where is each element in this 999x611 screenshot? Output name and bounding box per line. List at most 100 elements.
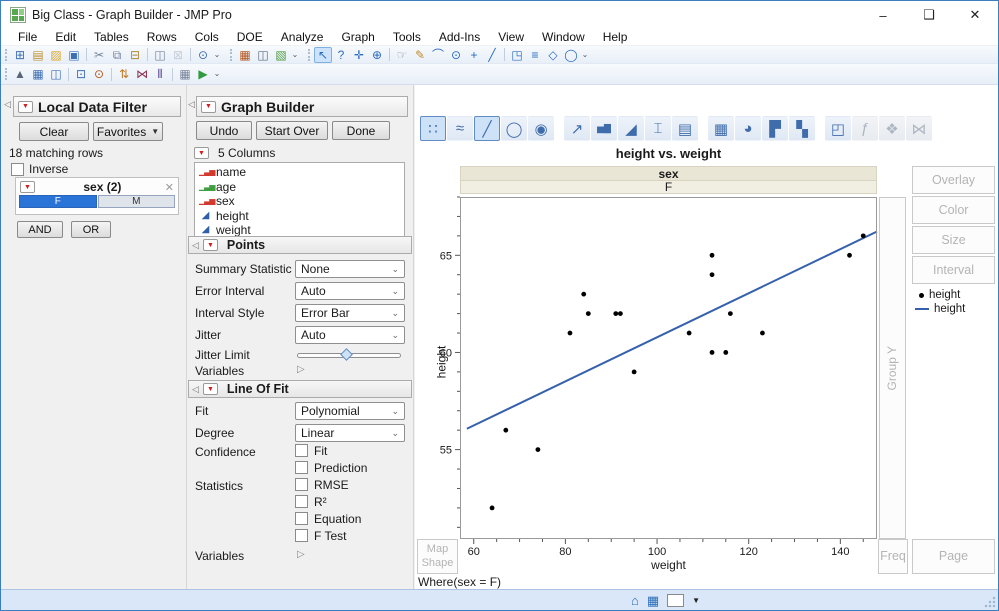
fit-model-icon[interactable]: ▦ [29,66,47,82]
inverse-checkbox[interactable] [11,162,24,176]
start-over-button[interactable]: Start Over [256,121,328,140]
ellipse-chart-icon[interactable]: ◯ [501,116,527,141]
menu-tools[interactable]: Tools [384,30,430,44]
text-annotate-icon[interactable]: ◳ [508,47,526,63]
split-tables-icon[interactable]: ⫴ [151,66,169,82]
red-triangle-menu-icon[interactable] [201,100,216,113]
smoother-chart-icon[interactable]: ≈ [447,116,473,141]
sort-icon[interactable]: ⇅ [115,66,133,82]
degree-select[interactable]: Linear [295,424,405,442]
bar-chart-icon[interactable]: ▅▇ [591,116,617,141]
menu-analyze[interactable]: Analyze [272,30,333,44]
select-report-icon[interactable]: ⊡ [72,66,90,82]
menu-rows[interactable]: Rows [138,30,186,44]
size-drop-zone[interactable]: Size [912,226,995,254]
journal-layout-icon[interactable]: ◫ [151,47,169,63]
red-triangle-menu-icon[interactable] [202,239,218,251]
statistics-ftest-checkbox[interactable] [295,529,308,542]
menu-view[interactable]: View [489,30,533,44]
data-table-window-icon[interactable]: ▦ [647,594,659,607]
menu-help[interactable]: Help [594,30,637,44]
distribution-icon[interactable]: ▲ [11,66,29,82]
help-tool-icon[interactable]: ? [332,47,350,63]
red-triangle-menu-icon[interactable] [18,100,33,113]
column-item-sex[interactable]: ▁▃▅ sex [199,194,400,209]
jitter-select[interactable]: Auto [295,326,405,344]
disclosure-icon[interactable]: ▷ [297,549,305,560]
grabber-tool-icon[interactable]: ✛ [350,47,368,63]
clear-button[interactable]: Clear [19,122,89,141]
column-item-height[interactable]: ◢ height [199,209,400,224]
zoom-in-tool-icon[interactable]: + [465,47,483,63]
map-shape-drop-zone[interactable]: Map Shape [417,539,458,574]
confidence-fit-checkbox[interactable] [295,444,308,457]
line-chart-icon[interactable]: ↗ [564,116,590,141]
fit-select[interactable]: Polynomial [295,402,405,420]
group-y-drop-zone[interactable]: Group Y [879,197,906,539]
toolbar-overflow-icon[interactable]: ⌄ [212,47,222,63]
collapse-mid-panel-icon[interactable]: ◁ [188,99,195,110]
resize-grip[interactable] [984,596,996,608]
column-item-age[interactable]: ▁▃▅ age [199,180,400,195]
red-triangle-menu-icon[interactable] [202,383,218,395]
statistics-equation-checkbox[interactable] [295,512,308,525]
magnifier-tool-icon[interactable]: ⊙ [447,47,465,63]
columns-viewer-icon[interactable]: ◫ [254,47,272,63]
interval-style-select[interactable]: Error Bar [295,304,405,322]
close-button[interactable]: ✕ [952,1,998,29]
mosaic-chart-icon[interactable]: ▚ [789,116,815,141]
data-table-icon[interactable]: ▦ [236,47,254,63]
treemap-chart-icon[interactable]: ▛ [762,116,788,141]
oval-annotate-icon[interactable]: ◯ [562,47,580,63]
menu-window[interactable]: Window [533,30,594,44]
formula-chart-icon[interactable]: ƒ [852,116,878,141]
filter-level-m[interactable]: M [97,195,175,208]
color-swatch[interactable] [667,593,685,607]
histogram-chart-icon[interactable]: ▤ [672,116,698,141]
interval-drop-zone[interactable]: Interval [912,256,995,284]
hand-tool-icon[interactable]: ☞ [393,47,411,63]
arrow-annotate-icon[interactable]: ≡ [526,47,544,63]
caption-box-icon[interactable]: ◰ [825,116,851,141]
menu-tables[interactable]: Tables [85,30,138,44]
paste-icon[interactable]: ⊟ [126,47,144,63]
or-button[interactable]: OR [71,221,111,238]
chevron-down-icon[interactable]: ▼ [692,596,700,605]
y-axis-label[interactable]: height [434,346,448,379]
map-shape-chart-icon[interactable]: ❖ [879,116,905,141]
new-graph-icon[interactable]: ▧ [272,47,290,63]
column-item-name[interactable]: ▁▃▅ name [199,165,400,180]
boxplot-chart-icon[interactable]: ⌶ [645,116,671,141]
collapse-section-icon[interactable]: ◁ [192,384,199,395]
summary-statistic-select[interactable]: None [295,260,405,278]
save-icon[interactable]: ▣ [65,47,83,63]
confidence-prediction-checkbox[interactable] [295,461,308,474]
toolbar-overflow-icon[interactable]: ⌄ [290,47,300,63]
open-icon[interactable]: ▨ [47,47,65,63]
and-button[interactable]: AND [17,221,63,238]
menu-edit[interactable]: Edit [46,30,85,44]
undo-button[interactable]: Undo [196,121,252,140]
collapse-section-icon[interactable]: ◁ [192,240,199,251]
menu-file[interactable]: File [9,30,46,44]
contour-chart-icon[interactable]: ◉ [528,116,554,141]
menu-doe[interactable]: DOE [228,30,272,44]
arrow-tool-icon[interactable]: ↖ [314,46,332,63]
toolbar-overflow-icon[interactable]: ⌄ [212,66,222,82]
cut-icon[interactable]: ✂ [90,47,108,63]
menu-graph[interactable]: Graph [332,30,383,44]
copy-icon[interactable]: ⧉ [108,47,126,63]
collapse-left-panel-icon[interactable]: ◁ [4,99,11,110]
polygon-annotate-icon[interactable]: ◇ [544,47,562,63]
error-interval-select[interactable]: Auto [295,282,405,300]
overlay-drop-zone[interactable]: Overlay [912,166,995,194]
slider-thumb[interactable] [340,348,353,361]
crosshair-tool-icon[interactable]: ⊕ [368,47,386,63]
maximize-button[interactable]: ❑ [906,1,952,29]
x-axis-label[interactable]: weight [460,558,877,572]
statistics-rmse-checkbox[interactable] [295,478,308,491]
brush-tool-icon[interactable]: ✎ [411,47,429,63]
statistics-rsquare-checkbox[interactable] [295,495,308,508]
lock-icon[interactable]: ⊠ [169,47,187,63]
freq-drop-zone[interactable]: Freq [878,539,908,574]
